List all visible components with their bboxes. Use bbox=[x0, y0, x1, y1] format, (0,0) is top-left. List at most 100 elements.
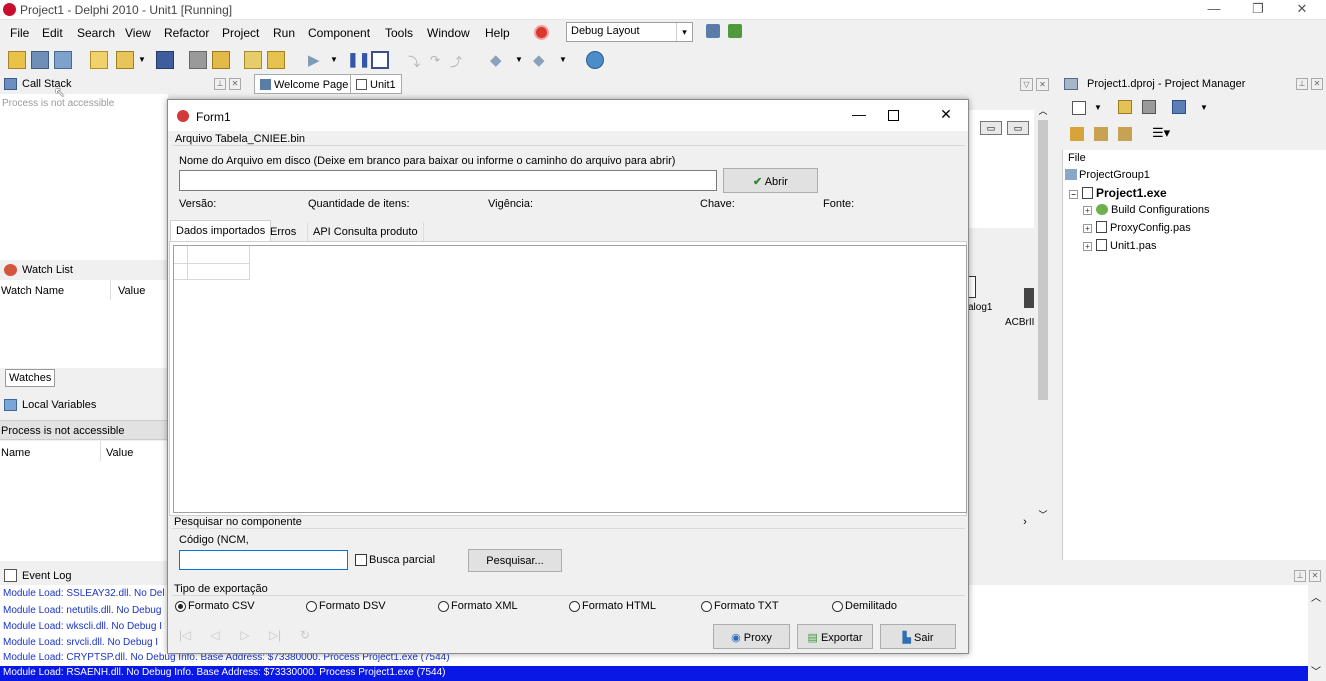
menu-window[interactable]: Window bbox=[427, 26, 470, 40]
run-icon[interactable]: ▶ bbox=[308, 51, 320, 69]
close-icon[interactable]: ✕ bbox=[1309, 570, 1321, 582]
save-icon[interactable] bbox=[156, 51, 174, 69]
radio-txt[interactable]: Formato TXT bbox=[701, 600, 779, 612]
open-button[interactable]: ✔ Abrir bbox=[723, 168, 818, 193]
vertical-scrollbar[interactable]: ︿ ﹀ bbox=[1036, 104, 1050, 524]
radio-dsv[interactable]: Formato DSV bbox=[306, 600, 386, 612]
expand-node-icon[interactable]: + bbox=[1083, 242, 1092, 251]
tab-welcome-page[interactable]: Welcome Page bbox=[254, 74, 355, 94]
form-minimize-button[interactable]: — bbox=[844, 106, 874, 126]
expand-node-icon[interactable]: + bbox=[1083, 206, 1092, 215]
remove-icon[interactable] bbox=[1142, 100, 1156, 114]
form-maximize-button[interactable] bbox=[888, 110, 899, 121]
menu-run[interactable]: Run bbox=[273, 26, 295, 40]
local-name-header[interactable]: Name bbox=[1, 447, 30, 459]
log-line-selected[interactable]: Module Load: RSAENH.dll. No Debug Info. … bbox=[0, 666, 1308, 681]
help-globe-icon[interactable] bbox=[534, 25, 549, 40]
new-form-icon[interactable] bbox=[8, 51, 26, 69]
tab-api-product-query[interactable]: API Consulta produto bbox=[307, 222, 424, 242]
nav-next-button[interactable]: ▷ bbox=[231, 622, 259, 648]
radio-xml[interactable]: Formato XML bbox=[438, 600, 518, 612]
watch-value-header[interactable]: Value bbox=[118, 285, 145, 297]
tree-build-configurations[interactable]: + Build Configurations bbox=[1083, 204, 1209, 216]
add-new-project-icon[interactable] bbox=[1118, 100, 1132, 114]
chevron-down-icon[interactable]: ▼ bbox=[330, 55, 338, 64]
new-item-icon[interactable] bbox=[90, 51, 108, 69]
tree-project[interactable]: − Project1.exe bbox=[1069, 186, 1167, 200]
chevron-down-icon[interactable]: ▼ bbox=[138, 55, 146, 64]
search-button[interactable]: Pesquisar... bbox=[468, 549, 562, 572]
open-file-icon[interactable] bbox=[212, 51, 230, 69]
menu-help[interactable]: Help bbox=[485, 26, 510, 40]
nav-first-button[interactable]: |◁ bbox=[171, 622, 199, 648]
pin-icon[interactable]: ⊥ bbox=[1294, 570, 1306, 582]
tab-errors[interactable]: Erros bbox=[265, 222, 301, 242]
data-grid[interactable] bbox=[173, 245, 967, 513]
run-to-return-icon[interactable]: ⤴ bbox=[450, 53, 462, 70]
close-icon[interactable]: ✕ bbox=[1311, 78, 1323, 90]
menu-tools[interactable]: Tools bbox=[385, 26, 413, 40]
close-icon[interactable]: ✕ bbox=[1036, 78, 1049, 91]
chevron-down-icon[interactable]: ▼ bbox=[515, 55, 523, 64]
component-icon[interactable] bbox=[968, 276, 976, 298]
grid-header-cell[interactable] bbox=[188, 246, 250, 264]
component-icon[interactable] bbox=[1024, 288, 1034, 308]
menu-file[interactable]: File bbox=[10, 26, 29, 40]
checkbox-box[interactable] bbox=[355, 554, 367, 566]
help-icon[interactable] bbox=[586, 51, 604, 69]
tab-imported-data[interactable]: Dados importados bbox=[170, 220, 272, 242]
chevron-up-icon[interactable]: ︿ bbox=[1036, 104, 1050, 118]
radio-csv[interactable]: Formato CSV bbox=[175, 600, 255, 612]
log-scrollbar[interactable]: ︿ ﹀ bbox=[1308, 585, 1326, 681]
file-path-input[interactable] bbox=[179, 170, 717, 191]
menu-edit[interactable]: Edit bbox=[42, 26, 63, 40]
open-project-icon[interactable] bbox=[54, 51, 72, 69]
restore-button[interactable]: ❐ bbox=[1236, 0, 1280, 20]
view-icon[interactable] bbox=[1172, 100, 1186, 114]
local-value-header[interactable]: Value bbox=[106, 447, 133, 459]
grid-cell[interactable] bbox=[188, 264, 250, 280]
menu-project[interactable]: Project bbox=[222, 26, 259, 40]
minimize-button[interactable]: — bbox=[1192, 0, 1236, 20]
minimize-icon[interactable]: ▭ bbox=[980, 121, 1002, 135]
remove-from-project-icon[interactable] bbox=[267, 51, 285, 69]
close-icon[interactable]: ✕ bbox=[229, 78, 241, 90]
trace-into-icon[interactable]: ⤵ bbox=[408, 53, 420, 70]
form-close-button[interactable]: ✕ bbox=[934, 106, 958, 126]
save-all-icon[interactable] bbox=[189, 51, 207, 69]
tab-unit1[interactable]: Unit1 bbox=[350, 74, 402, 94]
back-icon[interactable]: ◆ bbox=[490, 51, 502, 69]
activate-project-icon[interactable] bbox=[1072, 101, 1086, 115]
tree-unit1[interactable]: + Unit1.pas bbox=[1083, 239, 1156, 252]
proxy-button[interactable]: ◉ Proxy bbox=[713, 624, 790, 649]
partial-search-checkbox[interactable]: Busca parcial bbox=[355, 554, 435, 566]
nav-prior-button[interactable]: ◁ bbox=[201, 622, 229, 648]
code-search-input[interactable] bbox=[179, 550, 348, 570]
radio-delimited[interactable]: Demilitado bbox=[832, 600, 897, 612]
pin-icon[interactable]: ⊥ bbox=[214, 78, 226, 90]
step-over-icon[interactable]: ↷ bbox=[430, 53, 440, 67]
chevron-down-icon[interactable]: ▼ bbox=[559, 55, 567, 64]
menu-search[interactable]: Search bbox=[77, 26, 115, 40]
sync-icon[interactable] bbox=[1070, 127, 1084, 141]
scrollbar-thumb[interactable] bbox=[1038, 120, 1048, 400]
close-button[interactable]: ✕ bbox=[1280, 0, 1324, 20]
export-button[interactable]: ▤ Exportar bbox=[797, 624, 873, 649]
exit-button[interactable]: ▙ Sair bbox=[880, 624, 956, 649]
chevron-down-icon[interactable]: ▼ bbox=[1094, 103, 1102, 112]
chevron-down-icon[interactable]: ▼ bbox=[1200, 103, 1208, 112]
collapse-node-icon[interactable]: − bbox=[1069, 190, 1078, 199]
set-layout-icon[interactable] bbox=[728, 24, 742, 38]
restore-icon[interactable]: ▭ bbox=[1007, 121, 1029, 135]
chevron-down-icon[interactable]: ﹀ bbox=[1036, 508, 1050, 522]
chevron-down-icon[interactable]: ﹀ bbox=[1311, 663, 1321, 678]
new-unit-icon[interactable] bbox=[31, 51, 49, 69]
expand-icon[interactable] bbox=[1094, 127, 1108, 141]
forward-icon[interactable]: ◆ bbox=[533, 51, 545, 69]
save-layout-icon[interactable] bbox=[706, 24, 720, 38]
menu-refactor[interactable]: Refactor bbox=[164, 26, 209, 40]
tree-proxyconfig[interactable]: + ProxyConfig.pas bbox=[1083, 221, 1191, 234]
collapse-icon[interactable] bbox=[1118, 127, 1132, 141]
watch-name-header[interactable]: Watch Name bbox=[1, 285, 64, 297]
chevron-right-icon[interactable]: › bbox=[1018, 516, 1032, 530]
